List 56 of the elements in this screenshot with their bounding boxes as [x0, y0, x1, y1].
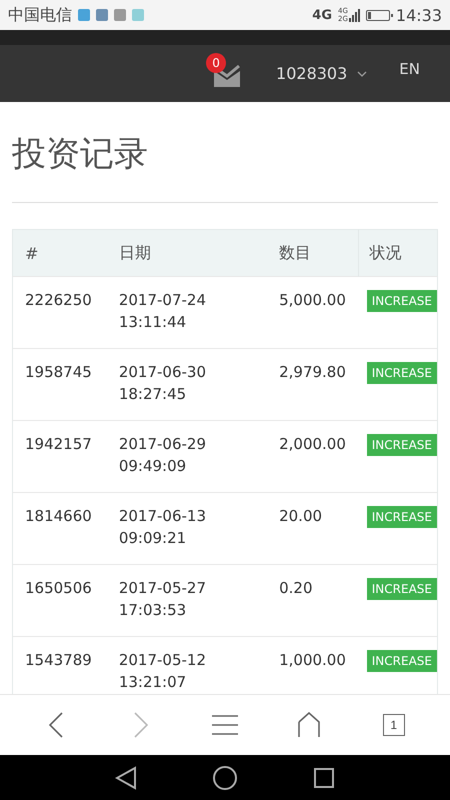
- record-time: 13:21:07: [118, 672, 188, 693]
- app-notification-icon: [96, 9, 108, 21]
- record-time: 13:11:44: [118, 312, 188, 333]
- status-label: INCREASE: [366, 362, 437, 384]
- column-header: #: [12, 230, 107, 276]
- clock-time: 14:33: [396, 6, 442, 24]
- app-notification-icon: [132, 9, 144, 21]
- status-label: INCREASE: [366, 578, 437, 600]
- tabs-button[interactable]: 1: [374, 705, 414, 745]
- signal-icon: [348, 8, 360, 22]
- record-amount: 0.20: [279, 578, 314, 599]
- chevron-icon: [357, 70, 368, 76]
- status-label: INCREASE: [366, 650, 437, 672]
- battery-icon: [366, 10, 390, 20]
- record-id: 1814660: [25, 506, 93, 527]
- status-label: INCREASE: [366, 290, 437, 312]
- column-header: 数目: [267, 230, 359, 276]
- record-time: 09:09:21: [118, 528, 188, 549]
- app-notification-icon: [78, 9, 90, 21]
- record-date: 2017-06-30: [118, 362, 207, 383]
- record-id: 2226250: [25, 290, 93, 311]
- record-date: 2017-07-24: [118, 290, 207, 311]
- back-button[interactable]: [115, 766, 137, 790]
- record-time: 09:49:09: [118, 456, 188, 477]
- back-icon: [48, 712, 64, 738]
- recent-apps-button[interactable]: [313, 766, 335, 788]
- unread-badge: 0: [206, 52, 226, 72]
- record-amount: 5,000.00: [279, 290, 347, 311]
- carrier-name: 中国电信: [8, 4, 72, 26]
- status-label: INCREASE: [366, 434, 437, 456]
- account-menu[interactable]: 1028303: [276, 64, 368, 83]
- forward-icon: [132, 712, 149, 738]
- record-amount: 20.00: [279, 506, 324, 527]
- column-header: 状况: [358, 230, 438, 276]
- network-type: 4G: [312, 8, 332, 22]
- record-time: 17:03:53: [118, 600, 188, 621]
- record-amount: 2,979.80: [279, 362, 347, 383]
- record-id: 1650506: [25, 578, 93, 599]
- record-time: 18:27:45: [118, 384, 188, 405]
- home-icon: [297, 712, 322, 738]
- language-link[interactable]: EN: [399, 60, 420, 88]
- record-id: 1543789: [25, 650, 93, 671]
- home-button[interactable]: [212, 764, 238, 790]
- record-id: 1958745: [25, 362, 93, 383]
- record-date: 2017-06-13: [118, 506, 207, 527]
- record-amount: 2,000.00: [279, 434, 347, 455]
- column-header: 日期: [106, 230, 268, 276]
- status-label: INCREASE: [366, 506, 437, 528]
- record-id: 1942157: [25, 434, 93, 455]
- record-amount: 1,000.00: [279, 650, 347, 671]
- record-date: 2017-05-12: [118, 650, 207, 671]
- page-title: 投资记录: [12, 102, 438, 203]
- record-date: 2017-06-29: [118, 434, 207, 455]
- menu-icon: [212, 714, 238, 736]
- app-notification-icon: [114, 9, 126, 21]
- record-date: 2017-05-27: [118, 578, 207, 599]
